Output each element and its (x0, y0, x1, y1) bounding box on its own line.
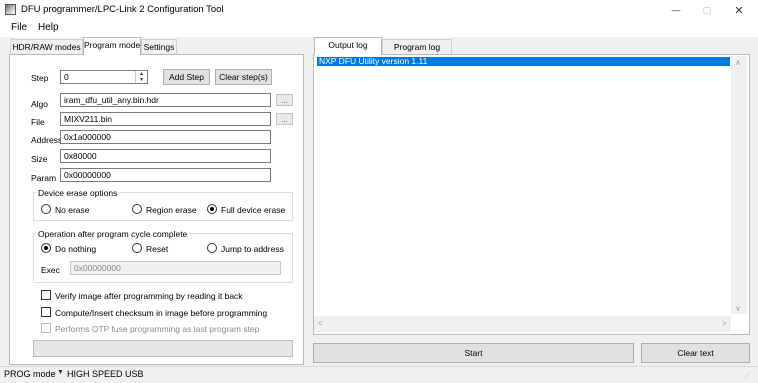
status-usb-speed[interactable]: HIGH SPEED USB (67, 369, 144, 379)
do-nothing-radio[interactable] (41, 243, 51, 253)
address-input[interactable]: 0x1a000000 (60, 130, 271, 144)
checksum-label[interactable]: Compute/Insert checksum in image before … (55, 308, 267, 318)
param-label: Param (31, 173, 57, 183)
menu-help[interactable]: Help (38, 22, 59, 33)
log-vertical-scrollbar[interactable] (731, 56, 747, 314)
log-horizontal-scrollbar[interactable] (314, 316, 731, 332)
status-mode: PROG mode (4, 369, 56, 379)
add-step-button[interactable]: Add Step (163, 69, 210, 85)
algo-input[interactable]: iram_dfu_util_any.bin.hdr (60, 93, 271, 107)
scroll-up-icon[interactable]: ∧ (735, 58, 741, 67)
reset-label[interactable]: Reset (146, 244, 168, 254)
step-label: Step (31, 73, 49, 83)
after-program-title: Operation after program cycle complete (36, 229, 190, 239)
region-erase-label[interactable]: Region erase (146, 205, 197, 215)
no-erase-label[interactable]: No erase (55, 205, 90, 215)
tab-program-log[interactable]: Program log (382, 39, 452, 54)
window-title: DFU programmer/LPC-Link 2 Configuration … (21, 4, 224, 15)
verify-checkbox[interactable] (41, 290, 51, 300)
log-line[interactable]: NXP DFU Utility version 1.11 (317, 57, 730, 66)
app-icon (5, 4, 16, 15)
size-label: Size (31, 154, 48, 164)
file-browse-button[interactable]: ... (276, 113, 293, 125)
file-label: File (31, 117, 45, 127)
exec-input[interactable]: 0x00000000 (70, 261, 281, 275)
scroll-left-icon[interactable]: < (318, 319, 323, 328)
progress-bar (33, 340, 293, 357)
region-erase-radio[interactable] (132, 204, 142, 214)
menu-file[interactable]: File (11, 22, 27, 33)
verify-label[interactable]: Verify image after programming by readin… (55, 291, 243, 301)
dropdown-arrow-icon[interactable]: ▼ (57, 369, 64, 376)
clear-steps-button[interactable]: Clear step(s) (215, 69, 272, 85)
tab-output-log[interactable]: Output log (314, 37, 382, 55)
exec-label: Exec (41, 265, 60, 275)
do-nothing-label[interactable]: Do nothing (55, 244, 96, 254)
erase-options-title: Device erase options (36, 188, 120, 198)
checksum-checkbox[interactable] (41, 307, 51, 317)
clear-text-button[interactable]: Clear text (641, 343, 750, 363)
size-input[interactable]: 0x80000 (60, 149, 271, 163)
maximize-button[interactable]: ▢ (690, 0, 724, 20)
scroll-down-icon[interactable]: ∨ (735, 304, 741, 313)
close-button[interactable]: ✕ (722, 0, 756, 20)
jump-to-address-radio[interactable] (207, 243, 217, 253)
start-button[interactable]: Start (313, 343, 634, 363)
full-device-erase-label[interactable]: Full device erase (221, 205, 285, 215)
algo-browse-button[interactable]: ... (276, 94, 293, 106)
param-input[interactable]: 0x00000000 (60, 168, 271, 182)
jump-to-address-label[interactable]: Jump to address (221, 244, 284, 254)
otp-label: Performs OTP fuse programming as last pr… (55, 324, 260, 334)
menu-bar (0, 20, 758, 37)
tab-program-mode[interactable]: Program mode (83, 37, 141, 55)
full-device-erase-radio[interactable] (207, 204, 217, 214)
tab-hdr-raw-modes[interactable]: HDR/RAW modes (10, 39, 83, 54)
minimize-button[interactable]: — (659, 0, 693, 20)
file-input[interactable]: MIXV211.bin (60, 112, 271, 126)
no-erase-radio[interactable] (41, 204, 51, 214)
reset-radio[interactable] (132, 243, 142, 253)
tab-settings[interactable]: Settings (141, 39, 177, 54)
otp-checkbox[interactable] (41, 323, 51, 333)
step-spinner[interactable]: ▴ ▾ (135, 71, 147, 83)
algo-label: Algo (31, 99, 49, 109)
scroll-right-icon[interactable]: > (722, 319, 727, 328)
output-log-panel (313, 54, 750, 335)
resize-grip-icon[interactable]: ⋰ (744, 371, 751, 379)
address-label: Address (31, 135, 63, 145)
after-program-group (33, 233, 293, 283)
